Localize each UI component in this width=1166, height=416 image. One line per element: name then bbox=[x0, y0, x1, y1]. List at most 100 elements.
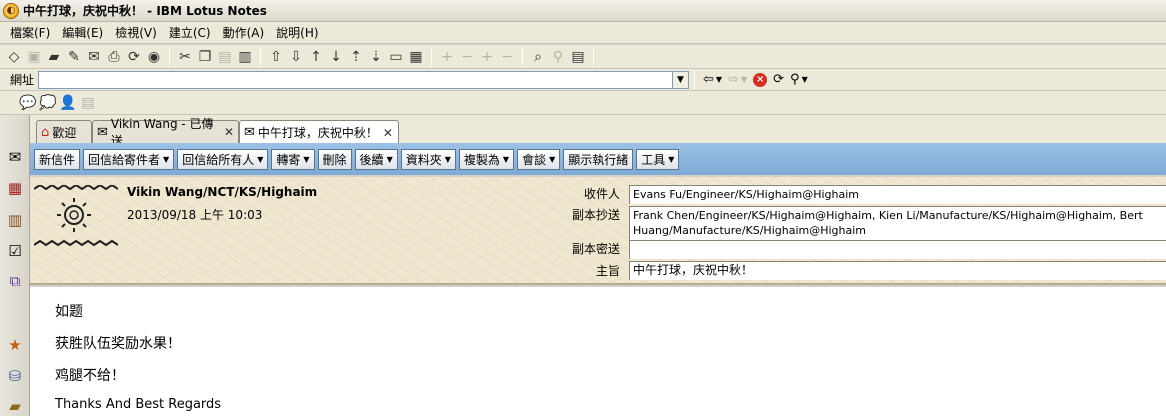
stop-button[interactable]: × bbox=[750, 70, 770, 90]
collapse-all-icon[interactable]: − bbox=[497, 47, 517, 67]
address-label: 網址 bbox=[10, 73, 35, 87]
folder-button[interactable]: 資料夾 ▼ bbox=[400, 148, 456, 170]
chat-button[interactable]: 會談 ▼ bbox=[517, 148, 561, 170]
follow-up-button[interactable]: 後續 ▼ bbox=[354, 148, 398, 170]
button-label: 複製為 bbox=[463, 152, 500, 167]
menu-edit[interactable]: 編輯(E) bbox=[56, 24, 109, 41]
message-datetime: 2013/09/18 上午 10:03 bbox=[127, 208, 263, 222]
forward-icon[interactable]: ⇨ ▼ bbox=[725, 70, 750, 90]
subject-label: 主旨 bbox=[595, 264, 620, 278]
lotus-notes-app-icon[interactable]: ◐ bbox=[3, 2, 19, 19]
close-icon[interactable]: ✕ bbox=[224, 125, 234, 139]
folder-icon[interactable]: ▭ bbox=[386, 47, 406, 67]
caret-down-icon: ▼ bbox=[163, 154, 170, 164]
search-icon[interactable]: ⚲ bbox=[548, 47, 568, 67]
tab-label: 歡迎 bbox=[52, 125, 77, 140]
toolbar-separator bbox=[694, 70, 696, 89]
copy-icon[interactable]: ❐ bbox=[195, 47, 215, 67]
delete-button[interactable]: 刪除 bbox=[317, 148, 352, 170]
window-icon[interactable]: ▦ bbox=[406, 47, 426, 67]
menu-actions[interactable]: 動作(A) bbox=[217, 24, 271, 41]
binoculars-icon[interactable]: ⌕ bbox=[528, 47, 548, 67]
refresh-icon[interactable]: ⟳ bbox=[770, 70, 787, 90]
tab-welcome[interactable]: ⌂ 歡迎 bbox=[36, 120, 92, 143]
print-icon[interactable]: ⎙ bbox=[104, 47, 124, 67]
down-arrow-icon[interactable]: ⇩ bbox=[286, 47, 306, 67]
tools-button[interactable]: 工具 ▼ bbox=[636, 148, 680, 170]
bookmark-bar: ✉ ▦ ▥ ☑ ⧉ ★ ⛁ ▰ bbox=[0, 115, 30, 416]
more-bookmarks-icon[interactable]: ▰ bbox=[4, 395, 26, 416]
copy-into-button[interactable]: 複製為 ▼ bbox=[458, 148, 515, 170]
cut-icon[interactable]: ✂ bbox=[175, 47, 195, 67]
open-folder-icon[interactable]: ▰ bbox=[44, 47, 64, 67]
address-input[interactable] bbox=[38, 70, 674, 89]
send-mail-icon[interactable]: ✉ bbox=[84, 47, 104, 67]
forward-button[interactable]: 轉寄 ▼ bbox=[271, 148, 315, 170]
to-label: 收件人 bbox=[583, 187, 620, 201]
action-bar: 新信件 回信給寄件者 ▼ 回信給所有人 ▼ 轉寄 ▼ 刪除 後續 ▼ 資料夾 ▼ 複製為 ▼… bbox=[30, 143, 1166, 175]
mail-icon[interactable]: ✉ bbox=[4, 146, 26, 168]
bcc-field[interactable] bbox=[629, 240, 1166, 259]
new-memo-button[interactable]: 新信件 bbox=[34, 148, 81, 170]
paste-icon[interactable]: ▤ bbox=[215, 47, 235, 67]
notes-icon[interactable]: ▤ bbox=[78, 93, 98, 113]
reply-button[interactable]: 回信給寄件者 ▼ bbox=[83, 148, 175, 170]
button-label: 顯示執行緒 bbox=[568, 152, 629, 167]
databases-icon[interactable]: ⛁ bbox=[4, 365, 26, 387]
favorites-icon[interactable]: ★ bbox=[4, 334, 26, 356]
tab-strip: ⌂ 歡迎 ✉ Vikin Wang - 已傳送 ✕ ✉ 中午打球，庆祝中秋！ ✕ bbox=[30, 115, 1166, 148]
expand-plus-icon[interactable]: + bbox=[437, 47, 457, 67]
save-icon[interactable]: ▣ bbox=[24, 47, 44, 67]
tab-label: 中午打球，庆祝中秋！ bbox=[257, 126, 378, 140]
cc-field[interactable]: Frank Chen/Engineer/KS/Highaim@Highaim, … bbox=[629, 206, 1166, 240]
sender-avatar bbox=[34, 185, 118, 247]
chevron-down-icon[interactable]: ▼ bbox=[673, 70, 690, 89]
edit-icon[interactable]: ✎ bbox=[64, 47, 84, 67]
tab-vikin-sent[interactable]: ✉ Vikin Wang - 已傳送 ✕ bbox=[92, 117, 239, 148]
back-icon[interactable]: ⇦ ▼ bbox=[700, 70, 725, 90]
person-icon[interactable]: 👤 bbox=[58, 93, 78, 113]
stop-icon: × bbox=[753, 72, 768, 87]
address-book-icon[interactable]: ▥ bbox=[4, 209, 26, 231]
paste-special-icon[interactable]: ▥ bbox=[235, 47, 255, 67]
tab-current-message[interactable]: ✉ 中午打球，庆祝中秋！ ✕ bbox=[239, 120, 399, 144]
collapse-minus-icon[interactable]: − bbox=[457, 47, 477, 67]
window-title: 中午打球，庆祝中秋！ - IBM Lotus Notes bbox=[23, 4, 267, 18]
status-icon[interactable]: ◉ bbox=[144, 47, 164, 67]
body-line: 如题 bbox=[55, 304, 83, 320]
caret-down-icon: ▼ bbox=[257, 154, 264, 164]
address-bar: 網址 ▼ ⇦ ▼ ⇨ ▼ × ⟳ ⚲ ▼ bbox=[0, 69, 1166, 91]
calendar-icon[interactable]: ▦ bbox=[4, 177, 26, 199]
message-header: Vikin Wang/NCT/KS/Highaim 2013/09/18 上午 … bbox=[30, 177, 1166, 285]
previous-icon[interactable]: ↑ bbox=[306, 47, 326, 67]
next-icon[interactable]: ↓ bbox=[326, 47, 346, 67]
menu-create[interactable]: 建立(C) bbox=[163, 24, 217, 41]
button-label: 資料夾 bbox=[405, 152, 442, 167]
caret-down-icon: ▼ bbox=[303, 154, 310, 164]
unread-up-icon[interactable]: ⇡ bbox=[346, 47, 366, 67]
show-thread-button[interactable]: 顯示執行緒 bbox=[563, 148, 634, 170]
unread-down-icon[interactable]: ⇣ bbox=[366, 47, 386, 67]
up-arrow-icon[interactable]: ⇧ bbox=[266, 47, 286, 67]
search-icon[interactable]: ⚲ ▼ bbox=[787, 70, 811, 90]
menu-help[interactable]: 說明(H) bbox=[270, 24, 324, 41]
body-line: 获胜队伍奖励水果！ bbox=[55, 336, 181, 352]
properties-icon[interactable]: ▤ bbox=[568, 47, 588, 67]
close-icon[interactable]: ✕ bbox=[383, 126, 393, 140]
menu-view[interactable]: 檢視(V) bbox=[109, 24, 163, 41]
todo-icon[interactable]: ☑ bbox=[4, 240, 26, 262]
cc-label: 副本抄送 bbox=[571, 208, 620, 222]
reply-all-button[interactable]: 回信給所有人 ▼ bbox=[177, 148, 269, 170]
expand-all-icon[interactable]: + bbox=[477, 47, 497, 67]
to-field[interactable]: Evans Fu/Engineer/KS/Highaim@Highaim bbox=[629, 185, 1166, 204]
body-signature: Thanks And Best Regards bbox=[55, 397, 222, 412]
replicate-icon[interactable]: ⟳ bbox=[124, 47, 144, 67]
home-diamond-icon[interactable]: ◇ bbox=[4, 47, 24, 67]
chat-icon[interactable]: 💬 bbox=[18, 93, 38, 113]
menu-file[interactable]: 檔案(F) bbox=[4, 24, 56, 41]
caret-down-icon: ▼ bbox=[386, 154, 393, 164]
subject-field[interactable]: 中午打球，庆祝中秋！ bbox=[629, 261, 1166, 280]
chat-group-icon[interactable]: 💭 bbox=[38, 93, 58, 113]
main-toolbar: ◇ ▣ ▰ ✎ ✉ ⎙ ⟳ ◉ ✂ ❐ ▤ ▥ ⇧ ⇩ ↑ ↓ ⇡ ⇣ ▭ ▦ … bbox=[0, 45, 1166, 69]
replicator-icon[interactable]: ⧉ bbox=[4, 270, 26, 292]
